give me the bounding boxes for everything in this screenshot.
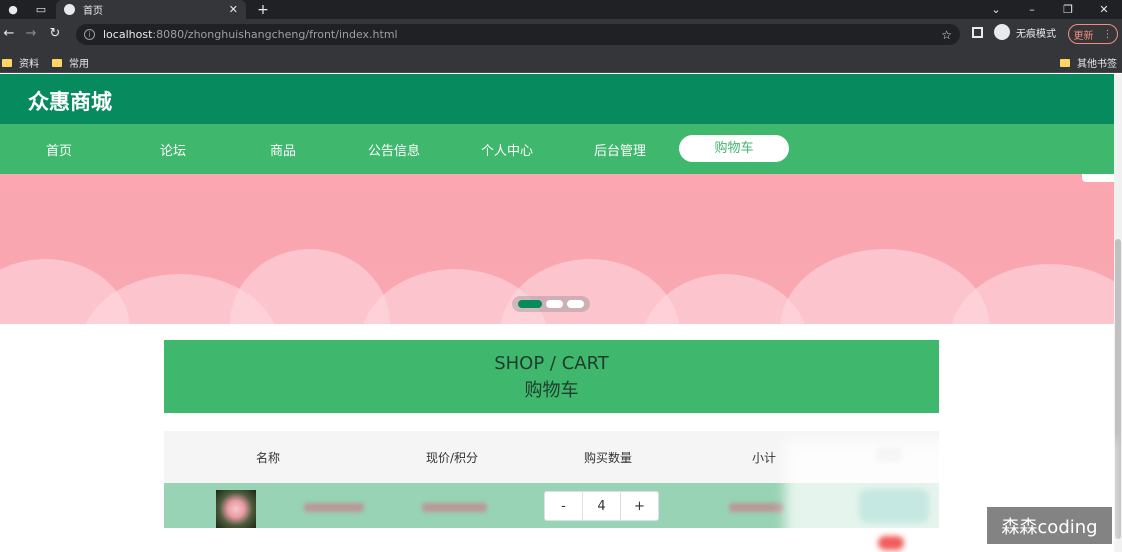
bookmark-folder[interactable]: 资料 [2, 55, 39, 70]
nav-forum[interactable]: 论坛 [128, 140, 218, 159]
main-nav: 首页 论坛 商品 公告信息 个人中心 后台管理 购物车 [0, 124, 1114, 174]
browser-tabstrip: ● ▭ 首页 ✕ + ⌄ – ❐ ✕ [0, 0, 1122, 19]
url-path: :8080/zhonghuishangcheng/front/index.htm… [152, 28, 398, 41]
nav-announcements[interactable]: 公告信息 [349, 140, 439, 159]
side-panel-icon[interactable] [972, 27, 983, 38]
update-label: 更新 [1073, 30, 1094, 42]
more-menu-icon: ⋮ [1102, 28, 1113, 40]
increment-button[interactable]: + [621, 492, 658, 520]
chevron-down-icon[interactable]: ⌄ [978, 0, 1014, 19]
decrement-button[interactable]: - [545, 492, 582, 520]
folder-icon [52, 58, 62, 67]
tab-search-icon[interactable]: ▭ [28, 0, 54, 19]
cart-title-cn: 购物车 [524, 380, 579, 401]
incognito-icon [994, 24, 1010, 40]
incognito-label: 无痕模式 [1016, 28, 1056, 40]
new-tab-icon[interactable]: + [250, 0, 276, 19]
restore-icon[interactable]: ❐ [1050, 0, 1086, 19]
nav-admin[interactable]: 后台管理 [575, 140, 665, 159]
red-button-blurred[interactable] [878, 536, 904, 550]
minimize-icon[interactable]: – [1014, 0, 1050, 19]
bookmark-folder[interactable]: 常用 [52, 55, 89, 70]
video-watermark: 森森coding [987, 507, 1112, 544]
url-host: localhost [103, 28, 153, 41]
globe-icon [64, 4, 75, 15]
tab-title: 首页 [83, 6, 103, 17]
folder-icon [1060, 58, 1070, 67]
url-input[interactable]: i localhost :8080/zhonghuishangcheng/fro… [76, 24, 960, 45]
bookmark-label: 资料 [19, 59, 39, 70]
nav-products[interactable]: 商品 [238, 140, 328, 159]
subtotal-blurred [729, 503, 784, 512]
site-header: 众惠商城 [0, 74, 1114, 124]
nav-cart[interactable]: 购物车 [679, 135, 789, 162]
header-quantity: 购买数量 [584, 451, 633, 465]
quantity-input[interactable]: 4 [582, 492, 621, 520]
cart-title-en: SHOP / CART [494, 353, 609, 374]
update-button[interactable]: 更新 ⋮ [1068, 24, 1118, 44]
carousel-dot[interactable] [567, 300, 584, 308]
address-bar-row: ← → ↻ i localhost :8080/zhonghuishangche… [0, 19, 1122, 49]
site-logo[interactable]: 众惠商城 [28, 86, 112, 116]
header-price: 现价/积分 [426, 451, 479, 465]
banner-corner [1082, 174, 1114, 182]
nav-home[interactable]: 首页 [14, 140, 104, 159]
close-window-icon[interactable]: ✕ [1086, 0, 1122, 19]
header-name: 名称 [256, 451, 281, 465]
carousel-dot[interactable] [546, 300, 563, 308]
other-bookmarks[interactable]: 其他书签 [1060, 55, 1117, 70]
back-icon[interactable]: ← [0, 25, 18, 43]
incognito-indicator[interactable]: 无痕模式 [994, 24, 1056, 40]
bookmarks-bar: 资料 常用 其他书签 [0, 49, 1122, 73]
browser-menu-icon[interactable]: ● [0, 0, 26, 19]
carousel-dot[interactable] [518, 300, 542, 308]
product-name-blurred [304, 503, 364, 512]
quantity-stepper: - 4 + [544, 491, 659, 521]
product-image[interactable] [216, 490, 256, 528]
header-subtotal: 小计 [752, 451, 777, 465]
window-controls: ⌄ – ❐ ✕ [978, 0, 1122, 19]
page-scrollbar[interactable] [1114, 74, 1122, 552]
bookmark-label: 常用 [69, 59, 89, 70]
close-icon[interactable]: ✕ [229, 3, 238, 16]
scroll-thumb[interactable] [1115, 239, 1121, 539]
nav-profile[interactable]: 个人中心 [462, 140, 552, 159]
forward-icon[interactable]: → [22, 25, 40, 43]
info-icon[interactable]: i [84, 29, 95, 40]
reload-icon[interactable]: ↻ [46, 25, 64, 43]
folder-icon [2, 58, 12, 67]
carousel-indicators [512, 296, 590, 312]
other-bookmarks-label: 其他书签 [1077, 59, 1117, 70]
cart-title-box: SHOP / CART 购物车 [164, 340, 939, 413]
banner-carousel[interactable] [0, 174, 1114, 324]
browser-tab[interactable]: 首页 ✕ [56, 0, 246, 19]
star-icon[interactable]: ☆ [941, 28, 952, 42]
price-blurred [422, 503, 487, 512]
